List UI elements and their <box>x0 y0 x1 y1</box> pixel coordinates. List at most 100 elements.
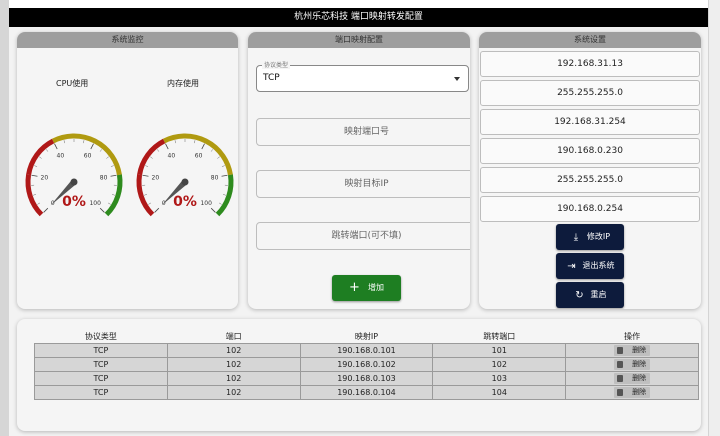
port-mapping-header: 端口映射配置 <box>248 32 470 48</box>
rules-table: 协议类型 端口 映射IP 跳转端口 操作 TCP 102 190.168.0.1… <box>34 330 699 400</box>
gauge-tick <box>222 194 226 196</box>
gauge-tick <box>154 207 160 213</box>
gauge-tick <box>110 165 114 167</box>
left-edge-strip <box>0 0 9 436</box>
map-target-ip-input[interactable]: 映射目标IP <box>256 170 470 198</box>
plus-icon: + <box>349 280 360 295</box>
column-header-protocol: 协议类型 <box>84 331 117 341</box>
gauge-tick-label: 20 <box>41 174 49 181</box>
delete-label: 删除 <box>632 373 647 382</box>
gauge-tick-label: 100 <box>89 200 101 207</box>
app-title: 杭州乐芯科技 端口映射转发配置 <box>294 12 423 22</box>
modify-ip-button[interactable]: ⤓ 修改IP <box>556 224 624 250</box>
main-area: 系统监控 CPU使用 内存使用 0 20 40 60 80 100 0% 0 20 40 60 80… <box>9 27 708 436</box>
gauge-tick-label: 100 <box>200 200 212 207</box>
cell-protocol: TCP <box>34 370 168 386</box>
cell-protocol: TCP <box>34 384 168 400</box>
ip-address-field[interactable]: 192.168.31.13 <box>480 51 700 77</box>
protocol-select-value: TCP <box>263 73 280 83</box>
gauge-tick <box>45 149 49 152</box>
system-monitor-panel: 系统监控 CPU使用 内存使用 0 20 40 60 80 100 0% 0 20 40 60 80… <box>17 32 238 309</box>
modify-ip-label: 修改IP <box>586 232 611 241</box>
gauge-tick <box>221 165 225 167</box>
gauge-tick <box>142 174 149 177</box>
delete-button[interactable]: 删除 <box>614 358 651 370</box>
gauge-tick <box>145 165 149 167</box>
subnet-mask-field[interactable]: 255.255.255.0 <box>480 80 700 106</box>
secondary-gateway-field[interactable]: 190.168.0.254 <box>480 196 700 222</box>
system-settings-panel: 系统设置 192.168.31.13 255.255.255.0 192.168… <box>479 32 701 309</box>
gateway-field[interactable]: 192.168.31.254 <box>480 109 700 135</box>
cell-action: 删除 <box>565 384 699 400</box>
cell-port: 102 <box>166 342 301 358</box>
secondary-mask-field[interactable]: 255.255.255.0 <box>480 167 700 193</box>
app-title-bar: 杭州乐芯科技 端口映射转发配置 <box>9 8 708 27</box>
gauge-tick <box>150 156 153 159</box>
memory-gauge-label: 内存使用 <box>167 79 199 88</box>
protocol-select[interactable]: 协议类型 TCP <box>256 60 469 92</box>
jump-port-input[interactable]: 跳转端口(可不填) <box>256 222 470 250</box>
column-header-map-ip: 映射IP <box>354 331 379 341</box>
port-mapping-panel: 端口映射配置 协议类型 TCP 映射端口号 映射目标IP 跳转端口(可不填) +… <box>248 32 470 309</box>
gauge-tick <box>43 207 49 213</box>
gauge-tick <box>39 156 42 159</box>
rules-table-panel: 协议类型 端口 映射IP 跳转端口 操作 TCP 102 190.168.0.1… <box>17 319 701 431</box>
gauge-tick <box>99 207 105 213</box>
gauge-value-text: 0% <box>62 194 86 210</box>
gauge-tick <box>210 207 216 213</box>
gauge-tick <box>217 156 220 159</box>
gauge-tick <box>33 194 37 196</box>
protocol-select-label: 协议类型 <box>262 60 291 69</box>
trash-icon <box>617 374 624 382</box>
add-button[interactable]: + 增加 <box>332 275 401 301</box>
gauge-tick <box>83 140 85 144</box>
table-row: TCP 102 190.168.0.103 103 删除 <box>34 370 699 386</box>
gauge-tick <box>99 149 103 152</box>
gauge-tick <box>210 149 214 152</box>
cell-map-ip: 190.168.0.102 <box>299 356 434 372</box>
gauge-tick <box>221 174 228 177</box>
cell-protocol: TCP <box>34 356 168 372</box>
map-port-input[interactable]: 映射端口号 <box>256 118 470 146</box>
cpu-gauge-label: CPU使用 <box>56 79 89 88</box>
vertical-scrollbar[interactable] <box>708 0 720 436</box>
gauge-tick-label: 20 <box>152 174 160 181</box>
delete-button[interactable]: 删除 <box>614 372 651 384</box>
cell-action: 删除 <box>565 370 699 386</box>
gauge-hub <box>181 178 189 186</box>
caret-down-icon <box>454 77 460 81</box>
gauge-tick <box>110 174 117 177</box>
exit-system-button[interactable]: ⇥ 退出系统 <box>556 253 624 279</box>
gauge-tick-label: 80 <box>211 174 219 181</box>
add-button-label: 增加 <box>367 283 384 292</box>
trash-icon <box>617 346 624 354</box>
memory-gauge: 02040 60801000% <box>136 133 234 217</box>
delete-button[interactable]: 删除 <box>614 386 651 398</box>
cell-map-ip: 190.168.0.101 <box>299 342 434 358</box>
cell-map-ip: 190.168.0.104 <box>299 384 434 400</box>
table-row: TCP 102 190.168.0.104 104 删除 <box>34 384 699 400</box>
gauge-tick <box>174 140 176 144</box>
download-icon: ⤓ <box>573 232 579 243</box>
table-row: TCP 102 190.168.0.101 101 删除 <box>34 342 699 358</box>
cell-port: 102 <box>166 356 301 372</box>
gauge-tick-label: 80 <box>100 174 108 181</box>
restart-button[interactable]: ↻ 重启 <box>556 282 624 308</box>
trash-icon <box>617 388 624 396</box>
gauge-tick <box>34 165 38 167</box>
cell-jump-port: 104 <box>432 384 567 400</box>
cpu-gauge: 02040 60801000% <box>25 133 123 217</box>
gauge-tick <box>31 174 38 177</box>
column-header-action: 操作 <box>624 331 641 341</box>
gauge-tick <box>63 140 65 144</box>
gauge-tick <box>106 156 109 159</box>
gauge-tick <box>111 194 115 196</box>
gauge-tick-label: 40 <box>168 152 176 159</box>
cell-jump-port: 103 <box>432 370 567 386</box>
secondary-ip-field[interactable]: 190.168.0.230 <box>480 138 700 164</box>
column-header-jump-port: 跳转端口 <box>483 331 516 341</box>
system-monitor-header: 系统监控 <box>17 32 238 48</box>
delete-button[interactable]: 删除 <box>614 344 651 356</box>
cell-protocol: TCP <box>34 342 168 358</box>
cell-port: 102 <box>166 384 301 400</box>
